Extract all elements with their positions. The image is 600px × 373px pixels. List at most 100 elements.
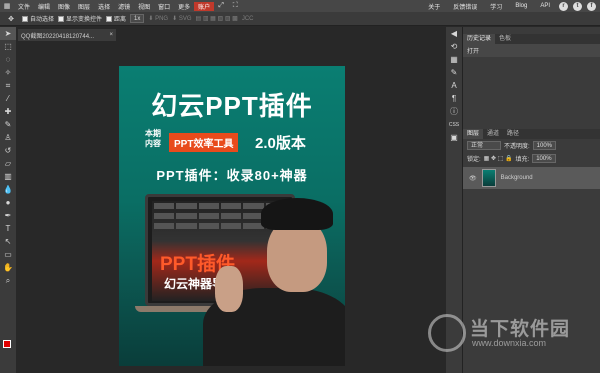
menu-view[interactable]: 视图 [134, 2, 154, 11]
opacity-label: 不透明度: [504, 144, 530, 150]
lasso-icon[interactable]: ◌ [0, 53, 16, 66]
poster-image: 幻云PPT插件 本期内容 PPT效率工具 2.0版本 PPT插件：收录80+神器… [119, 66, 345, 366]
auto-select-checkbox[interactable]: 自动选择 [22, 14, 54, 23]
brush-settings-icon[interactable]: ✎ [446, 66, 462, 79]
brush-icon[interactable]: ✎ [0, 118, 16, 131]
move-tool-icon[interactable]: ✥ [6, 14, 16, 24]
jcc-label: JCC [241, 15, 254, 22]
hand-icon[interactable]: ✋ [0, 261, 16, 274]
menu-right: 关于 反馈错误 学习 Blog API r t f [424, 0, 600, 12]
close-tab-icon[interactable]: × [109, 32, 116, 38]
swatches-icon[interactable]: ▦ [446, 53, 462, 66]
tab-channels[interactable]: 通道 [483, 129, 503, 139]
layer-name: Background [500, 175, 533, 181]
eye-icon[interactable]: 👁 [469, 175, 477, 182]
healing-icon[interactable]: ✚ [0, 105, 16, 118]
magic-wand-icon[interactable]: ✧ [0, 66, 16, 79]
eyedropper-icon[interactable]: ⁄ [0, 92, 16, 105]
zoom-select[interactable]: 1x [130, 14, 145, 23]
menu-filter[interactable]: 滤镜 [114, 2, 134, 11]
watermark-logo-icon [428, 314, 466, 352]
document-tab[interactable]: QQ截图20220418120744... × [18, 29, 116, 41]
gradient-icon[interactable]: ▥ [0, 170, 16, 183]
path-select-icon[interactable]: ↖ [0, 235, 16, 248]
text-icon[interactable]: T [0, 222, 16, 235]
history-brush-icon[interactable]: ↺ [0, 144, 16, 157]
twitter-icon[interactable]: t [573, 1, 582, 11]
fill-label: 填充: [515, 157, 530, 163]
lock-label: 锁定: [467, 157, 481, 163]
home-icon[interactable]: ▦ [2, 1, 12, 11]
move-icon[interactable]: ➤ [0, 27, 16, 40]
opacity-input[interactable]: 100% [532, 141, 557, 150]
tab-paths[interactable]: 路径 [503, 129, 523, 139]
tab-layers[interactable]: 图层 [463, 129, 484, 139]
layer-thumbnail [481, 169, 496, 187]
menu-image[interactable]: 图像 [54, 2, 74, 11]
menu-edit[interactable]: 编辑 [34, 2, 54, 11]
fullscreen-icon[interactable]: ⤢ [216, 1, 226, 11]
blend-opacity-row: 正常 不透明度: 100% [463, 139, 600, 152]
distance-checkbox[interactable]: 距离 [106, 14, 126, 23]
document-tab-title: QQ截图20220418120744... [21, 33, 95, 40]
menu-learn[interactable]: 学习 [486, 2, 506, 11]
shape-icon[interactable]: ▭ [0, 248, 16, 261]
options-bar: ✥ 自动选择 显示变换控件 距离 1x ⬇ PNG ⬇ SVG ▤ ▥ ▦ ▧ … [0, 12, 600, 26]
layers-panel-tabs: 图层 通道 路径 [463, 129, 600, 139]
history-panel-tabs: 历史记录 色板 [463, 34, 600, 44]
marquee-icon[interactable]: ⬚ [0, 40, 16, 53]
expand-icon[interactable]: ⛶ [230, 1, 240, 11]
menu-bar: ▦ 文件 编辑 图像 图层 选择 滤镜 视图 窗口 更多 账户 ⤢ ⛶ 关于 反… [0, 0, 600, 12]
history-item-open[interactable]: 打开 [463, 44, 600, 57]
crop-icon[interactable]: ⌗ [0, 79, 16, 92]
css-icon[interactable]: CSS [446, 118, 462, 131]
tab-history[interactable]: 历史记录 [463, 34, 496, 44]
pen-icon[interactable]: ✒ [0, 209, 16, 222]
facebook-icon[interactable]: f [587, 1, 596, 11]
zoom-icon[interactable]: ⌕ [0, 274, 16, 287]
layer-row[interactable]: 👁 Background [463, 167, 600, 189]
watermark-text: 当下软件园 [470, 319, 571, 340]
eraser-icon[interactable]: ▱ [0, 157, 16, 170]
menu-api[interactable]: API [536, 3, 554, 9]
blur-icon[interactable]: 💧 [0, 183, 16, 196]
menu-window[interactable]: 窗口 [154, 2, 174, 11]
panel-toggle-icon[interactable]: ◀ [446, 27, 462, 40]
show-transform-checkbox[interactable]: 显示变换控件 [58, 14, 102, 23]
tab-swatches[interactable]: 色板 [495, 34, 515, 44]
paragraph-icon[interactable]: ¶ [446, 92, 462, 105]
person-hand [215, 266, 243, 312]
poster-tag: PPT效率工具 [169, 133, 239, 152]
menu-account[interactable]: 账户 [194, 1, 215, 11]
info-icon[interactable]: ⓘ [446, 105, 462, 118]
foreground-color-swatch[interactable] [3, 340, 11, 348]
reddit-icon[interactable]: r [559, 1, 568, 11]
poster-title: 幻云PPT插件 [151, 91, 313, 121]
align-icons[interactable]: ▤ ▥ ▦ ▧ ▨ ▩ [195, 15, 237, 22]
person-cap [261, 198, 333, 230]
fill-input[interactable]: 100% [532, 154, 556, 163]
lock-icons[interactable]: ▦ ✥ ⬚ 🔒 [484, 155, 513, 162]
poster-issue-label: 本期内容 [145, 129, 161, 148]
watermark: 当下软件园 www.downxia.com [428, 310, 598, 360]
character-icon[interactable]: A [446, 79, 462, 92]
watermark-url: www.downxia.com [472, 338, 547, 348]
menu-report-bug[interactable]: 反馈错误 [449, 2, 481, 11]
export-png-button[interactable]: ⬇ PNG [148, 15, 168, 23]
menu-about[interactable]: 关于 [424, 2, 444, 11]
menu-select[interactable]: 选择 [94, 2, 114, 11]
image-icon[interactable]: ▣ [446, 131, 462, 144]
lock-fill-row: 锁定: ▦ ✥ ⬚ 🔒 填充: 100% [463, 152, 600, 165]
poster-subtitle: PPT插件：收录80+神器 [156, 168, 308, 183]
history-icon[interactable]: ⟲ [446, 40, 462, 53]
menu-more[interactable]: 更多 [174, 2, 194, 11]
dodge-icon[interactable]: ● [0, 196, 16, 209]
menu-layer[interactable]: 图层 [74, 2, 94, 11]
menu-blog[interactable]: Blog [511, 3, 531, 9]
poster-version: 2.0版本 [255, 135, 306, 152]
export-svg-button[interactable]: ⬇ SVG [172, 15, 191, 23]
blend-mode-select[interactable]: 正常 [467, 141, 501, 150]
stamp-icon[interactable]: ♙ [0, 131, 16, 144]
menu-file[interactable]: 文件 [14, 2, 34, 11]
left-toolbar: ➤ ⬚ ◌ ✧ ⌗ ⁄ ✚ ✎ ♙ ↺ ▱ ▥ 💧 ● ✒ T ↖ ▭ ✋ ⌕ [0, 27, 16, 373]
